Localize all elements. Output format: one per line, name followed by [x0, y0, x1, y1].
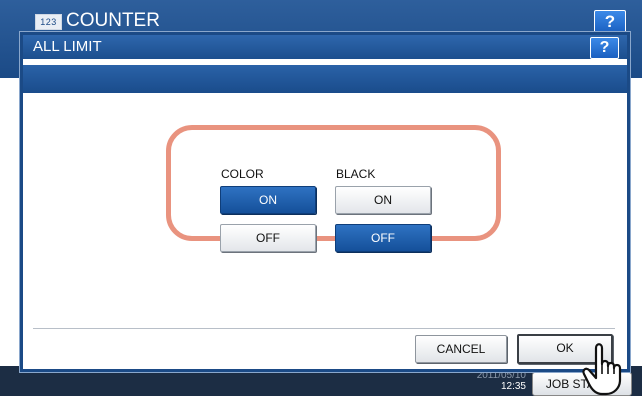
cancel-button[interactable]: CANCEL — [415, 335, 507, 363]
black-on-button[interactable]: ON — [335, 186, 431, 214]
dialog-title: ALL LIMIT — [33, 38, 102, 55]
help-button[interactable]: ? — [590, 37, 619, 59]
counter-app-icon: 123 — [35, 14, 62, 30]
highlight-ring — [166, 125, 501, 241]
black-column-label: BLACK — [336, 167, 376, 181]
color-off-button[interactable]: OFF — [220, 224, 316, 252]
color-on-button[interactable]: ON — [220, 186, 316, 214]
color-column-label: COLOR — [221, 167, 264, 181]
footer-divider — [33, 328, 615, 329]
background-help-button[interactable]: ? — [594, 10, 626, 34]
black-off-button[interactable]: OFF — [335, 224, 431, 252]
hand-pointer-icon — [582, 343, 622, 396]
all-limit-dialog: ALL LIMIT ? COLOR BLACK ON ON OFF OFF CA… — [20, 32, 630, 372]
time-text: 12:35 — [500, 381, 526, 392]
dialog-subheader-bar — [23, 65, 627, 93]
background-title: COUNTER — [66, 10, 160, 31]
datetime-display: 2011/05/10 12:35 — [448, 370, 526, 392]
dialog-titlebar: ALL LIMIT ? — [23, 35, 627, 59]
